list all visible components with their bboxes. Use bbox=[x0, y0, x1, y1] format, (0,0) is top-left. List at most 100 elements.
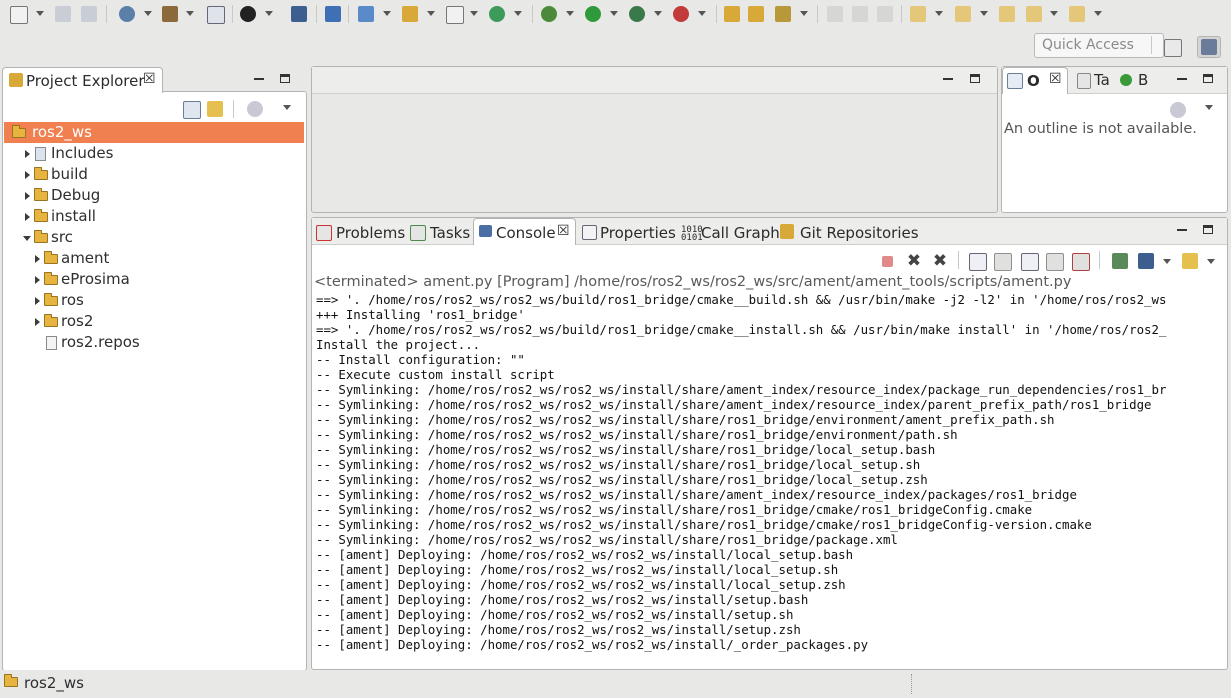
run-dropdown-icon[interactable] bbox=[610, 11, 618, 16]
new-dropdown-arrow-icon[interactable] bbox=[36, 11, 44, 16]
close-icon[interactable]: ☒ bbox=[1049, 71, 1062, 87]
terminate-icon[interactable] bbox=[882, 256, 893, 267]
previous-edit-up-icon[interactable] bbox=[955, 6, 971, 22]
collapse-all-icon[interactable] bbox=[183, 101, 201, 119]
tab-properties[interactable]: Properties bbox=[600, 224, 676, 242]
view-menu-icon[interactable] bbox=[1207, 259, 1215, 264]
toggle-breakpoint-icon[interactable] bbox=[325, 6, 341, 22]
tab-outline[interactable]: O ☒ bbox=[1002, 67, 1068, 94]
open-console-icon[interactable] bbox=[291, 6, 307, 22]
tree-item[interactable]: Includes bbox=[4, 143, 302, 164]
maximize-icon[interactable] bbox=[1203, 225, 1213, 234]
maximize-icon[interactable] bbox=[1203, 74, 1213, 83]
cpp-perspective-button[interactable] bbox=[1197, 36, 1221, 58]
tree-item[interactable]: src bbox=[4, 227, 302, 248]
quick-access-input[interactable]: Quick Access bbox=[1034, 33, 1164, 58]
manage-configurations-icon[interactable] bbox=[119, 6, 135, 22]
open-perspective-button[interactable] bbox=[1160, 36, 1184, 58]
external-tool-dropdown-icon[interactable] bbox=[654, 11, 662, 16]
tab-build-targets[interactable]: B bbox=[1138, 71, 1148, 89]
focus-on-active-task-icon[interactable] bbox=[247, 101, 263, 117]
display-selected-console-icon[interactable] bbox=[1138, 253, 1154, 269]
close-icon[interactable]: ☒ bbox=[143, 71, 156, 87]
minimize-icon[interactable] bbox=[254, 74, 264, 80]
tab-tasks[interactable]: Tasks bbox=[430, 224, 470, 242]
expand-right-icon[interactable] bbox=[35, 297, 40, 305]
tab-project-explorer[interactable]: Project Explorer ☒ bbox=[2, 67, 163, 93]
clear-console-icon[interactable] bbox=[969, 253, 987, 271]
back-arrow-icon[interactable] bbox=[1026, 6, 1042, 22]
maximize-icon[interactable] bbox=[970, 74, 980, 83]
search-dropdown-icon[interactable] bbox=[800, 11, 808, 16]
new-project-icon[interactable] bbox=[358, 6, 374, 22]
minimize-icon[interactable] bbox=[1177, 225, 1187, 231]
expand-right-icon[interactable] bbox=[25, 171, 30, 179]
tree-item[interactable]: install bbox=[4, 206, 302, 227]
tree-item[interactable]: build bbox=[4, 164, 302, 185]
back-dropdown-icon[interactable] bbox=[1050, 11, 1058, 16]
forward-dropdown-icon[interactable] bbox=[1094, 11, 1102, 16]
run-external-tool-icon[interactable] bbox=[629, 6, 645, 22]
maximize-icon[interactable] bbox=[280, 74, 290, 83]
tree-item[interactable]: ament bbox=[4, 248, 302, 269]
build-dropdown-icon[interactable] bbox=[186, 11, 194, 16]
show-on-stdout-icon[interactable] bbox=[1046, 253, 1064, 271]
expand-right-icon[interactable] bbox=[25, 192, 30, 200]
expand-down-icon[interactable] bbox=[23, 236, 31, 241]
remove-all-terminated-icon[interactable]: ✖ bbox=[932, 253, 948, 270]
tree-item[interactable]: ros2 bbox=[4, 311, 302, 332]
last-edit-location-icon[interactable] bbox=[877, 6, 893, 22]
new-project-dropdown-icon[interactable] bbox=[383, 11, 391, 16]
new-folder-dropdown-icon[interactable] bbox=[427, 11, 435, 16]
minimize-icon[interactable] bbox=[1177, 74, 1187, 80]
view-menu-icon[interactable] bbox=[283, 105, 291, 110]
tab-problems[interactable]: Problems bbox=[336, 224, 405, 242]
new-class-icon[interactable] bbox=[489, 6, 505, 22]
expand-right-icon[interactable] bbox=[35, 318, 40, 326]
tree-item[interactable]: ros2.repos bbox=[4, 332, 302, 353]
new-source-file-dropdown-icon[interactable] bbox=[470, 11, 478, 16]
forward-arrow-icon[interactable] bbox=[1069, 6, 1085, 22]
debug-target-dropdown-icon[interactable] bbox=[265, 11, 273, 16]
expand-right-icon[interactable] bbox=[35, 255, 40, 263]
new-source-file-icon[interactable] bbox=[446, 6, 464, 24]
next-edit-dropdown-icon[interactable] bbox=[935, 11, 943, 16]
previous-annotation-icon[interactable] bbox=[852, 6, 868, 22]
save-all-icon[interactable] bbox=[81, 6, 97, 22]
profile-icon[interactable] bbox=[673, 6, 689, 22]
debug-target-icon[interactable] bbox=[240, 6, 256, 22]
view-menu-icon[interactable] bbox=[1205, 105, 1213, 110]
expand-right-icon[interactable] bbox=[35, 276, 40, 284]
pin-console-icon[interactable] bbox=[1112, 253, 1128, 269]
console-output[interactable]: ==> '. /home/ros/ros2_ws/ros2_ws/build/r… bbox=[316, 292, 1226, 662]
profile-dropdown-icon[interactable] bbox=[698, 11, 706, 16]
link-with-editor-icon[interactable] bbox=[207, 101, 223, 117]
next-annotation-icon[interactable] bbox=[827, 6, 843, 22]
expand-right-icon[interactable] bbox=[25, 213, 30, 221]
minimize-icon[interactable] bbox=[943, 74, 953, 80]
search-icon[interactable] bbox=[775, 6, 791, 22]
tree-item[interactable]: ros2_ws bbox=[4, 122, 302, 143]
tab-git-repositories[interactable]: Git Repositories bbox=[800, 224, 919, 242]
remove-launch-icon[interactable]: ✖ bbox=[906, 253, 922, 270]
new-icon[interactable] bbox=[10, 6, 28, 24]
tab-call-graph[interactable]: Call Graph bbox=[701, 224, 780, 242]
word-wrap-icon[interactable] bbox=[1021, 253, 1039, 271]
tree-item[interactable]: Debug bbox=[4, 185, 302, 206]
run-icon[interactable] bbox=[585, 6, 601, 22]
open-console-dropdown-icon[interactable] bbox=[1182, 253, 1198, 269]
tab-console[interactable]: Console ☒ bbox=[473, 218, 576, 245]
tab-task-list[interactable]: Ta bbox=[1094, 71, 1110, 89]
new-class-dropdown-icon[interactable] bbox=[514, 11, 522, 16]
debug-dropdown-icon[interactable] bbox=[566, 11, 574, 16]
previous-edit-dropdown-icon[interactable] bbox=[980, 11, 988, 16]
binary-icon[interactable] bbox=[207, 6, 225, 24]
new-folder-icon[interactable] bbox=[402, 6, 418, 22]
open-resource-icon[interactable] bbox=[748, 6, 764, 22]
next-edit-down-icon[interactable] bbox=[910, 6, 926, 22]
manage-configurations-dropdown-icon[interactable] bbox=[144, 11, 152, 16]
tree-item[interactable]: eProsima bbox=[4, 269, 302, 290]
back-history-icon[interactable] bbox=[999, 6, 1015, 22]
focus-on-active-task-icon[interactable] bbox=[1170, 102, 1186, 118]
open-type-icon[interactable] bbox=[724, 6, 740, 22]
